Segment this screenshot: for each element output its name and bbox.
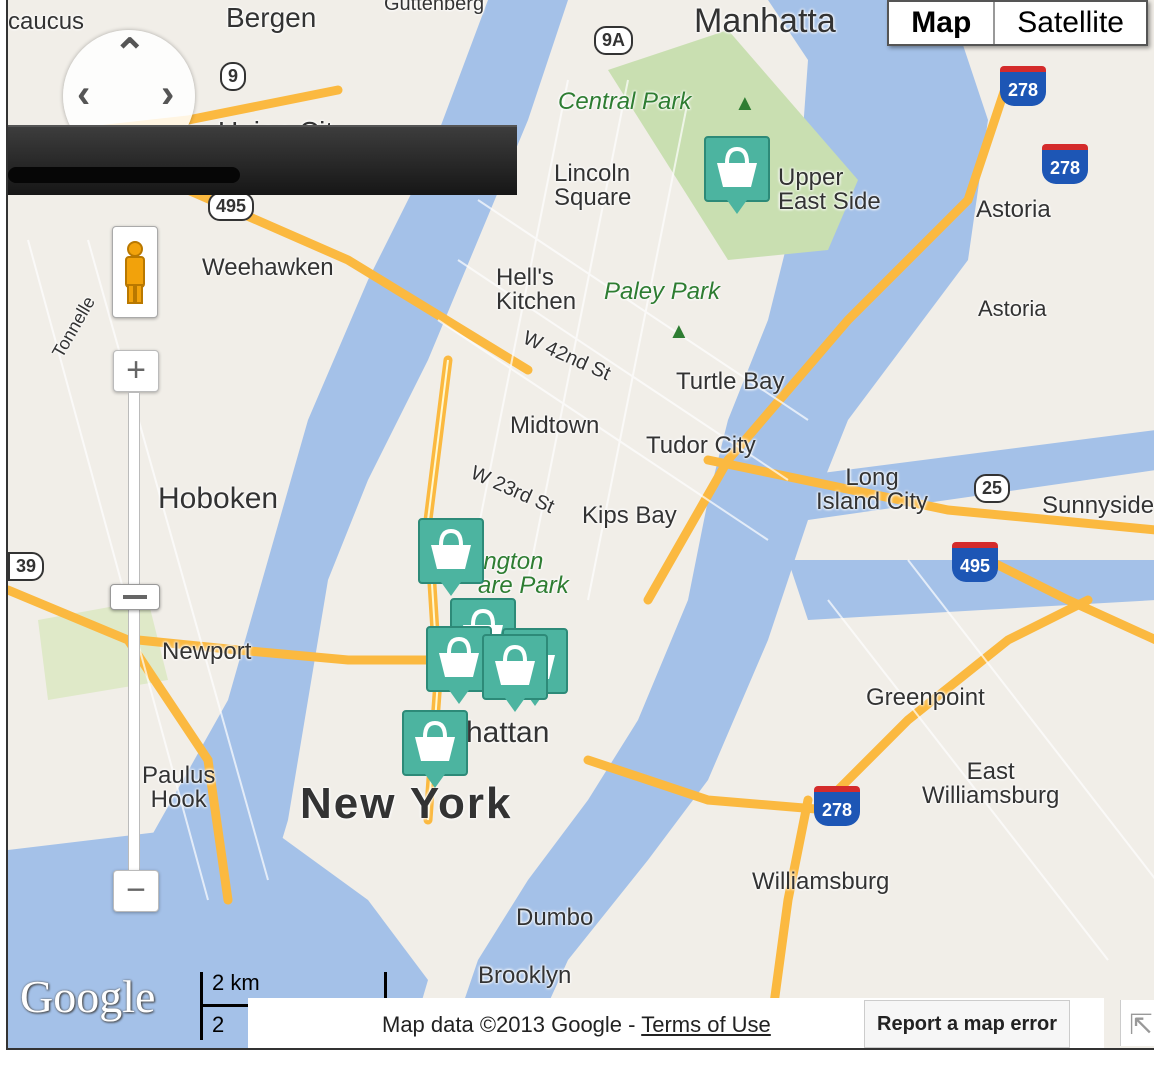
label-kips-bay: Kips Bay [582, 502, 677, 529]
label-central-park: Central Park [558, 88, 692, 115]
label-upper-east-side: Upper East Side [778, 164, 881, 215]
street-view-pegman[interactable] [112, 226, 158, 318]
zoom-handle-grip [123, 595, 147, 599]
map-type-satellite-button[interactable]: Satellite [995, 2, 1146, 44]
label-newport: Newport [162, 638, 252, 665]
loading-overlay-bar [8, 125, 517, 195]
label-east-williamsburg: East Williamsburg [922, 758, 1060, 809]
map-footer: Map data ©2013 Google - Terms of Use Rep… [248, 998, 1104, 1048]
store-marker[interactable] [418, 518, 484, 602]
zoom-in-button[interactable]: + [113, 350, 159, 392]
label-sunnyside: Sunnyside [1042, 492, 1154, 519]
label-long-island-city: Long Island City [816, 464, 929, 515]
label-washington-square-park: ington are Park [478, 548, 569, 599]
marker-tip [449, 690, 469, 704]
map-type-control: Map Satellite [887, 0, 1148, 46]
pan-right-icon[interactable]: › [161, 74, 174, 114]
terms-of-use-link[interactable]: Terms of Use [641, 1012, 771, 1037]
scale-km-label: 2 km [212, 970, 260, 995]
handbag-icon [717, 146, 757, 187]
marker-tip [727, 200, 747, 214]
marker-tip [441, 582, 461, 596]
label-paulus-hook: Paulus Hook [142, 762, 216, 813]
route-shield-9a: 9A [594, 26, 634, 55]
google-logo: Google [20, 971, 156, 1022]
handbag-icon [439, 636, 479, 677]
zoom-slider-track[interactable] [128, 392, 140, 874]
route-shield-25: 25 [974, 474, 1011, 503]
label-williamsburg: Williamsburg [752, 868, 890, 895]
label-lincoln-square: Lincoln Square [554, 160, 632, 211]
expand-arrow-icon[interactable]: ⇱ [1120, 1000, 1154, 1046]
marker-tip [425, 774, 445, 788]
handbag-icon [495, 644, 535, 685]
pan-left-icon[interactable]: ‹ [77, 74, 90, 114]
zoom-slider-handle[interactable] [110, 584, 160, 610]
progress-bar [8, 167, 240, 183]
label-secaucus: caucus [8, 8, 85, 35]
report-map-error-button[interactable]: Report a map error [864, 1000, 1071, 1048]
interstate-shield-278-a: 278 [1000, 66, 1046, 106]
label-brooklyn: Brooklyn [478, 962, 572, 989]
handbag-icon [431, 528, 471, 569]
label-astoria-1: Astoria [976, 196, 1051, 223]
store-marker[interactable] [482, 634, 548, 718]
label-turtle-bay: Turtle Bay [676, 368, 785, 395]
zoom-out-button[interactable]: − [113, 870, 159, 912]
store-marker[interactable] [704, 136, 770, 220]
marker-tip [505, 698, 525, 712]
map-type-map-button[interactable]: Map [889, 2, 996, 44]
label-hells-kitchen: Hell's Kitchen [496, 264, 577, 315]
pan-up-icon[interactable]: ⌃ [113, 34, 147, 74]
route-shield-9: 9 [220, 62, 247, 91]
label-guttenberg: Guttenberg [384, 0, 485, 15]
label-manhattan: hattan [466, 716, 550, 749]
route-shield-39: 39 [8, 552, 45, 581]
interstate-shield-278-c: 278 [814, 786, 860, 826]
store-marker[interactable] [402, 710, 468, 794]
label-manhattan-top: Manhatta [694, 2, 836, 40]
interstate-shield-495: 495 [952, 542, 998, 582]
label-tudor-city: Tudor City [646, 432, 756, 459]
route-shield-495: 495 [208, 192, 255, 221]
map-canvas[interactable]: caucus Bergen Guttenberg Manhatta Union … [6, 0, 1154, 1050]
label-hoboken: Hoboken [158, 482, 279, 515]
tree-icon-central-park: ▲ [734, 90, 756, 115]
label-weehawken: Weehawken [202, 254, 334, 281]
label-dumbo: Dumbo [516, 904, 594, 931]
label-greenpoint: Greenpoint [866, 684, 985, 711]
label-bergen: Bergen [226, 2, 317, 33]
scale-mi-label: 2 [212, 1012, 225, 1037]
map-attribution: Map data ©2013 Google - Terms of Use [382, 1012, 771, 1038]
label-midtown: Midtown [510, 412, 600, 439]
label-astoria-2: Astoria [978, 296, 1047, 321]
pegman-icon [125, 241, 145, 304]
handbag-icon [415, 720, 455, 761]
label-paley-park: Paley Park [604, 278, 721, 305]
map-data-text: Map data ©2013 Google - [382, 1012, 642, 1037]
interstate-shield-278-b: 278 [1042, 144, 1088, 184]
tree-icon-paley-park: ▲ [668, 318, 690, 343]
